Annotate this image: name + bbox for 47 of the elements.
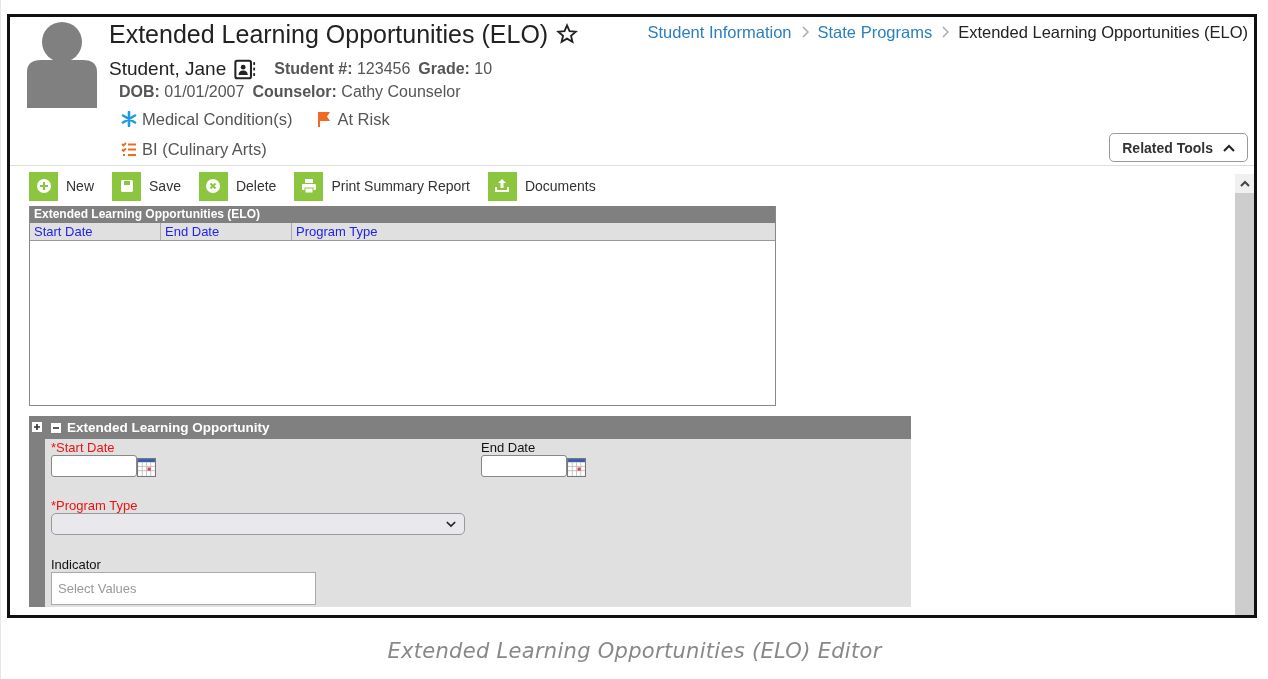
toolbar-button[interactable]: Delete: [198, 171, 277, 201]
flag-label[interactable]: At Risk: [337, 109, 390, 129]
field-label: Indicator: [51, 557, 102, 572]
collapse-icon[interactable]: [51, 422, 61, 433]
student-name: Student, Jane: [109, 58, 227, 80]
flag-label[interactable]: Medical Condition(s): [142, 109, 293, 129]
field-label: *Program Type: [51, 498, 139, 513]
checklist-icon: [121, 141, 137, 157]
date-field[interactable]: [481, 455, 567, 477]
student-info: Student #: 123456: [274, 60, 411, 78]
toolbar-button[interactable]: Save: [112, 171, 181, 201]
student-info: Counselor: Cathy Counselor: [252, 83, 461, 101]
column-header[interactable]: Program Type: [292, 223, 775, 240]
column-header[interactable]: End Date: [161, 223, 292, 240]
caret-icon[interactable]: [446, 520, 456, 528]
chevron-right-icon: [941, 26, 950, 38]
indicator-field[interactable]: Select Values: [51, 572, 316, 605]
asterisk-icon: [121, 111, 137, 127]
contact-card-icon[interactable]: [234, 58, 257, 80]
avatar-icon: [27, 22, 97, 108]
expand-icon[interactable]: [32, 422, 42, 432]
caret-icon[interactable]: [1223, 143, 1235, 152]
editor-title: Extended Learning Opportunity: [67, 420, 270, 435]
star-icon[interactable]: [556, 23, 579, 45]
page-title: Extended Learning Opportunities (ELO): [109, 19, 549, 49]
scrollbar[interactable]: [1235, 174, 1254, 615]
breadcrumb-item[interactable]: State Programs: [817, 22, 933, 42]
flag-icon: [316, 111, 333, 127]
list-title: Extended Learning Opportunities (ELO): [30, 206, 775, 223]
related-tools-button[interactable]: Related Tools: [1109, 133, 1248, 162]
program-label[interactable]: BI (Culinary Arts): [142, 139, 267, 159]
figure-caption: Extended Learning Opportunities (ELO) Editor: [386, 639, 884, 663]
breadcrumb-item[interactable]: Student Information: [647, 22, 792, 42]
breadcrumb-item: Extended Learning Opportunities (ELO): [958, 22, 1248, 42]
field-label: End Date: [481, 440, 537, 455]
toolbar-button[interactable]: New: [29, 171, 94, 201]
toolbar-button[interactable]: Documents: [487, 171, 596, 201]
toolbar-button[interactable]: Print Summary Report: [294, 171, 470, 201]
field-label: *Start Date: [51, 440, 116, 455]
calendar-icon[interactable]: [567, 458, 586, 477]
column-header[interactable]: Start Date: [30, 223, 161, 240]
student-info: DOB: 01/01/2007: [119, 83, 245, 101]
calendar-icon[interactable]: [137, 458, 156, 477]
date-field[interactable]: [51, 455, 137, 477]
scroll-up-icon[interactable]: [1239, 180, 1250, 187]
student-info: Grade: 10: [418, 60, 493, 78]
chevron-right-icon: [800, 26, 809, 38]
